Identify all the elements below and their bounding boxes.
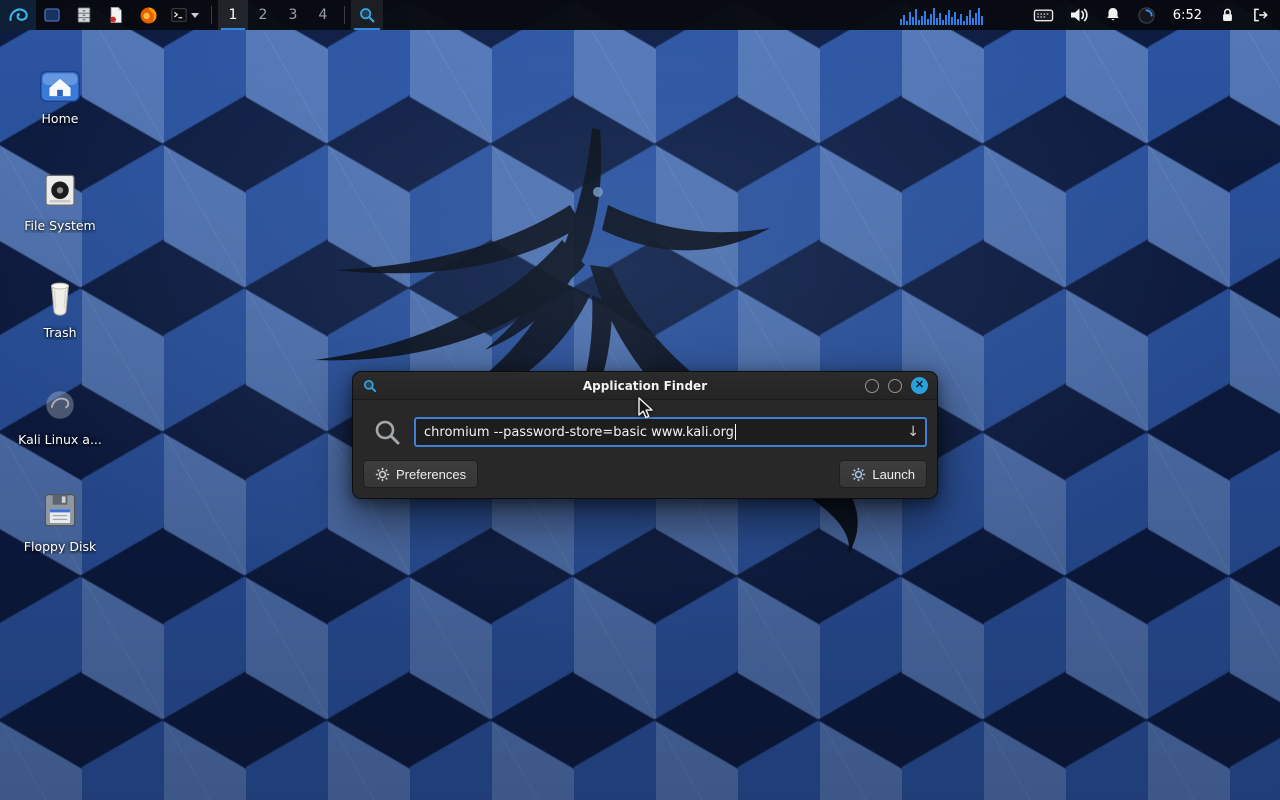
input-history-dropdown[interactable]: ↓ (907, 419, 919, 445)
search-icon (373, 418, 401, 446)
panel-right-group: 6:52 (900, 0, 1280, 30)
desktop-icon-file-system[interactable]: File System (12, 161, 108, 250)
terminal-icon (170, 6, 188, 24)
close-icon: ✕ (915, 380, 924, 391)
desktop-icon-label: Trash (43, 326, 76, 340)
preferences-button[interactable]: Preferences (363, 460, 478, 488)
tray-lock-screen[interactable] (1219, 0, 1236, 30)
workspace-button-1[interactable]: 1 (218, 0, 248, 30)
chevron-down-icon: ↓ (907, 424, 919, 440)
kali-dragon-silhouette (240, 110, 940, 570)
tray-keyboard[interactable] (1033, 0, 1054, 30)
cpu-graph[interactable] (900, 5, 992, 25)
action-row: Preferences Launch (363, 460, 927, 488)
launcher-file-manager[interactable] (68, 0, 100, 30)
gear-icon (375, 467, 390, 482)
launcher-text-editor[interactable] (100, 0, 132, 30)
tray-volume[interactable] (1069, 0, 1089, 30)
minimize-button[interactable] (865, 379, 879, 393)
text-caret (735, 424, 736, 440)
kali-menu-button[interactable] (0, 0, 36, 30)
clock[interactable]: 6:52 (1171, 8, 1204, 23)
tray-power-manager[interactable] (1137, 0, 1156, 30)
home-icon (37, 66, 83, 106)
desktop-icon-label: File System (24, 219, 96, 233)
window-controls: ✕ (865, 377, 928, 394)
desktop-icon-trash[interactable]: Trash (12, 268, 108, 357)
desktop-icon-label: Kali Linux a... (18, 433, 102, 447)
desktop-icon-home[interactable]: Home (12, 54, 108, 143)
window-app-icon (362, 378, 378, 394)
desktop-icon-label: Home (42, 112, 79, 126)
window-icon (43, 6, 61, 24)
launcher-window-manager[interactable] (36, 0, 68, 30)
launch-button[interactable]: Launch (839, 460, 927, 488)
search-icon (358, 6, 376, 24)
preferences-label: Preferences (396, 467, 466, 482)
panel-left-group: 1 2 3 4 (0, 0, 383, 30)
top-panel: 1 2 3 4 (0, 0, 1280, 30)
workspace-button-3[interactable]: 3 (278, 0, 308, 30)
kali-docs-icon (38, 383, 82, 427)
bell-icon (1104, 6, 1122, 24)
power-manager-icon (1137, 6, 1156, 25)
file-cabinet-icon (75, 6, 93, 24)
launch-label: Launch (872, 467, 915, 482)
workspace-switcher: 1 2 3 4 (218, 0, 338, 30)
floppy-disk-icon (38, 490, 82, 534)
launcher-firefox[interactable] (132, 0, 164, 30)
finder-body: chromium --password-store=basic www.kali… (353, 400, 937, 498)
command-input-text: chromium --password-store=basic www.kali… (424, 425, 734, 440)
desktop-icon-floppy[interactable]: Floppy Disk (12, 482, 108, 571)
tray-logout[interactable] (1251, 0, 1270, 30)
launcher-terminal[interactable] (164, 0, 205, 30)
launch-icon (851, 467, 866, 482)
panel-separator (344, 6, 345, 24)
window-title: Application Finder (353, 379, 937, 393)
lock-icon (1219, 6, 1236, 24)
search-row: chromium --password-store=basic www.kali… (363, 417, 927, 447)
desktop-icon-column: Home File System (12, 54, 108, 589)
application-finder-window: Application Finder ✕ chromium --password… (352, 371, 938, 499)
close-button[interactable]: ✕ (911, 377, 928, 394)
document-edit-icon (107, 6, 125, 24)
maximize-button[interactable] (888, 379, 902, 393)
desktop-icon-label: Floppy Disk (24, 540, 96, 554)
file-system-icon (39, 171, 81, 213)
terminal-dropdown-caret[interactable] (191, 13, 199, 18)
panel-separator (211, 6, 212, 24)
firefox-icon (139, 6, 158, 25)
desktop-icon-kali-docs[interactable]: Kali Linux a... (12, 375, 108, 464)
logout-icon (1251, 6, 1270, 24)
volume-icon (1069, 6, 1089, 24)
workspace-button-4[interactable]: 4 (308, 0, 338, 30)
kali-logo-icon (7, 4, 29, 26)
titlebar[interactable]: Application Finder ✕ (353, 372, 937, 400)
tray-notifications[interactable] (1104, 0, 1122, 30)
workspace-button-2[interactable]: 2 (248, 0, 278, 30)
command-input[interactable]: chromium --password-store=basic www.kali… (414, 417, 927, 447)
trash-icon (38, 276, 82, 320)
taskbar-application-finder[interactable] (351, 0, 383, 30)
keyboard-icon (1033, 6, 1054, 24)
